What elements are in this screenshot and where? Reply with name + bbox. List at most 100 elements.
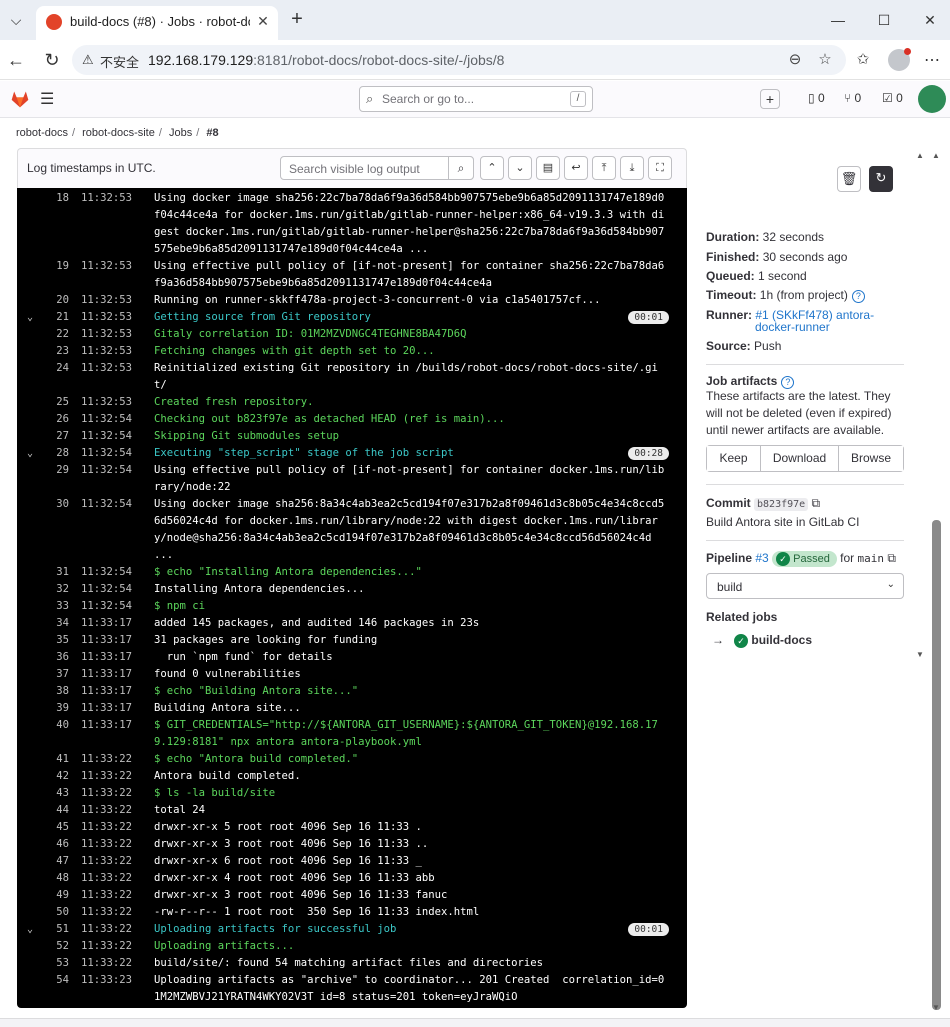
page-scrollbar-thumb[interactable] xyxy=(932,520,941,1010)
wrap-lines-icon[interactable]: ↩ xyxy=(564,156,588,180)
log-line-number[interactable]: 35 xyxy=(43,632,69,649)
log-line-number[interactable]: 26 xyxy=(43,411,69,428)
breadcrumb-job[interactable]: #8 xyxy=(206,127,218,139)
favorites-icon[interactable]: ✩ xyxy=(852,50,874,70)
expand-down-icon[interactable]: ⌄ xyxy=(508,156,532,180)
related-job-item[interactable]: → ✓ build-docs xyxy=(712,633,812,648)
log-line-number[interactable]: 42 xyxy=(43,768,69,785)
erase-log-button[interactable]: 🗑 xyxy=(837,166,861,192)
log-line-number[interactable]: 52 xyxy=(43,938,69,955)
close-tab-icon[interactable]: ✕ xyxy=(254,12,272,30)
breadcrumb-jobs[interactable]: Jobs xyxy=(169,127,192,139)
keep-button[interactable]: Keep xyxy=(707,446,761,471)
log-line-number[interactable]: 53 xyxy=(43,955,69,972)
pipeline-link[interactable]: #3 xyxy=(755,551,768,565)
log-line-number[interactable]: 46 xyxy=(43,836,69,853)
tab-list-icon[interactable]: ⌵ xyxy=(6,10,26,30)
log-line-number[interactable]: 41 xyxy=(43,751,69,768)
stage-select[interactable]: build ⌄ xyxy=(706,573,904,599)
bookmark-star-icon[interactable]: ☆ xyxy=(816,51,834,69)
log-line-number[interactable]: 31 xyxy=(43,564,69,581)
log-line-number[interactable]: 44 xyxy=(43,802,69,819)
log-search-input[interactable]: Search visible log output xyxy=(280,156,474,180)
pipeline-ref[interactable]: main xyxy=(858,552,885,565)
log-line-number[interactable]: 20 xyxy=(43,292,69,309)
log-line-number[interactable]: 36 xyxy=(43,649,69,666)
minimize-icon[interactable]: — xyxy=(826,10,850,30)
todos-counter[interactable]: ☑ 0 xyxy=(882,91,903,105)
merge-requests-counter[interactable]: ⑂ 0 xyxy=(844,91,861,105)
log-line-number[interactable]: 48 xyxy=(43,870,69,887)
log-line-number[interactable]: 32 xyxy=(43,581,69,598)
log-line-number[interactable]: 40 xyxy=(43,717,69,751)
global-search[interactable]: ⌕ Search or go to... / xyxy=(359,86,593,112)
log-line-number[interactable]: 30 xyxy=(43,496,69,564)
log-line-number[interactable]: 21 xyxy=(43,309,69,326)
status-badge[interactable]: ✓ Passed xyxy=(772,551,837,568)
back-icon[interactable]: ← xyxy=(5,50,27,70)
copy-icon[interactable]: ⧉ xyxy=(812,496,821,510)
breadcrumb-group[interactable]: robot-docs xyxy=(16,127,68,139)
copy-icon[interactable]: ⧉ xyxy=(887,551,896,565)
browser-tab[interactable]: build-docs (#8) · Jobs · robot-docs ✕ xyxy=(36,6,278,40)
log-line-number[interactable]: 19 xyxy=(43,258,69,292)
browse-button[interactable]: Browse xyxy=(839,446,903,471)
create-new-button[interactable]: + xyxy=(760,89,780,109)
log-line-number[interactable]: 38 xyxy=(43,683,69,700)
page-scroll-down-icon[interactable]: ▼ xyxy=(932,1003,940,1012)
log-text: 31 packages are looking for funding xyxy=(154,634,378,646)
log-gutter xyxy=(17,581,43,598)
commit-sha[interactable]: b823f97e xyxy=(754,498,809,511)
retry-job-button[interactable]: ↻ xyxy=(869,166,893,192)
log-line-number[interactable]: 49 xyxy=(43,887,69,904)
more-menu-icon[interactable]: ⋯ xyxy=(924,50,940,70)
log-line-number[interactable]: 54 xyxy=(43,972,69,1006)
scroll-top-icon[interactable]: ⤒ xyxy=(592,156,616,180)
chevron-down-icon[interactable]: ⌄ xyxy=(17,309,43,326)
page-scroll-up-icon[interactable]: ▲ xyxy=(932,151,940,160)
log-line-number[interactable]: 33 xyxy=(43,598,69,615)
issues-counter[interactable]: ▯ 0 xyxy=(808,91,825,105)
log-line-number[interactable]: 22 xyxy=(43,326,69,343)
fullscreen-icon[interactable]: ⛶ xyxy=(648,156,672,180)
log-line-number[interactable]: 29 xyxy=(43,462,69,496)
log-line-number[interactable]: 25 xyxy=(43,394,69,411)
raw-log-icon[interactable]: ▤ xyxy=(536,156,560,180)
log-line-number[interactable]: 51 xyxy=(43,921,69,938)
log-line-number[interactable]: 43 xyxy=(43,785,69,802)
log-line-number[interactable]: 50 xyxy=(43,904,69,921)
log-line-number[interactable]: 24 xyxy=(43,360,69,394)
close-window-icon[interactable]: ✕ xyxy=(918,10,942,30)
user-avatar[interactable] xyxy=(918,85,946,113)
log-line-number[interactable]: 39 xyxy=(43,700,69,717)
url-field[interactable]: ⚠ 不安全 192.168.179.129:8181/robot-docs/ro… xyxy=(72,45,846,75)
related-job-name[interactable]: build-docs xyxy=(751,633,812,647)
download-button[interactable]: Download xyxy=(761,446,839,471)
runner-link-cont[interactable]: docker-runner xyxy=(755,320,830,334)
log-line-number[interactable]: 55 xyxy=(43,1006,69,1008)
new-tab-icon[interactable]: + xyxy=(286,8,308,30)
log-line-number[interactable]: 23 xyxy=(43,343,69,360)
log-line-number[interactable]: 47 xyxy=(43,853,69,870)
log-line-number[interactable]: 27 xyxy=(43,428,69,445)
chevron-down-icon[interactable]: ⌄ xyxy=(17,921,43,938)
log-line-number[interactable]: 37 xyxy=(43,666,69,683)
log-line-number[interactable]: 34 xyxy=(43,615,69,632)
log-line-number[interactable]: 28 xyxy=(43,445,69,462)
sidebar-toggle-icon[interactable]: ☰ xyxy=(40,89,54,109)
log-search-icon[interactable]: ⌕ xyxy=(448,156,474,180)
sidebar-scroll-down-icon[interactable]: ▼ xyxy=(916,650,924,659)
reload-icon[interactable]: ↻ xyxy=(41,50,63,70)
collapse-up-icon[interactable]: ⌃ xyxy=(480,156,504,180)
sidebar-scroll-up-icon[interactable]: ▲ xyxy=(916,151,924,160)
zoom-icon[interactable]: ⊖ xyxy=(786,51,804,69)
log-line-number[interactable]: 45 xyxy=(43,819,69,836)
chevron-down-icon[interactable]: ⌄ xyxy=(17,445,43,462)
scroll-bottom-icon[interactable]: ⤓ xyxy=(620,156,644,180)
breadcrumb-project[interactable]: robot-docs-site xyxy=(82,127,155,139)
help-icon[interactable]: ? xyxy=(851,290,865,303)
chevron-down-icon[interactable]: ⌄ xyxy=(17,1006,43,1008)
maximize-icon[interactable]: ☐ xyxy=(872,10,896,30)
gitlab-logo-icon[interactable] xyxy=(10,89,30,109)
log-line-number[interactable]: 18 xyxy=(43,190,69,258)
